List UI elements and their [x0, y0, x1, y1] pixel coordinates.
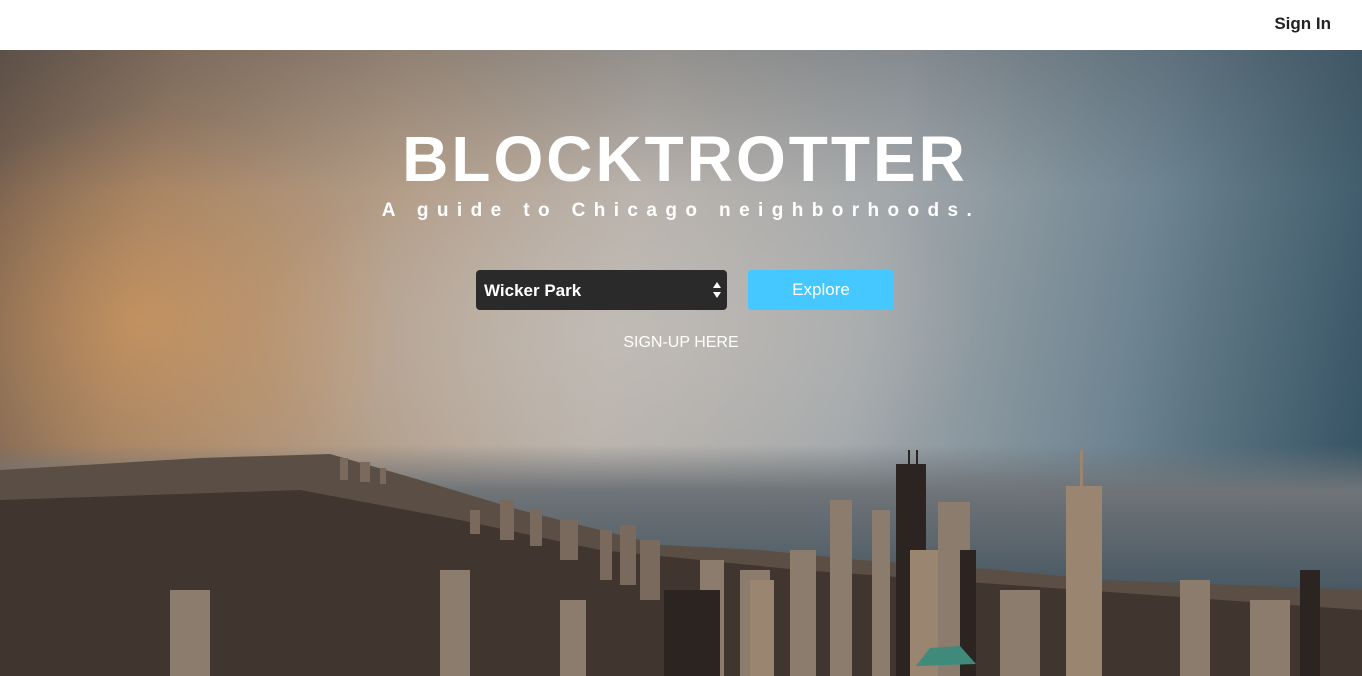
city-skyline-image: [0, 450, 1362, 676]
site-tagline: A guide to Chicago neighborhoods.: [381, 200, 981, 221]
top-nav-bar: Sign In: [0, 0, 1362, 50]
select-updown-icon: [713, 282, 721, 298]
neighborhood-select[interactable]: Wicker Park: [476, 270, 727, 310]
sign-in-link[interactable]: Sign In: [1274, 14, 1331, 34]
neighborhood-select-value: Wicker Park: [484, 281, 582, 300]
hero-section: BLOCKTROTTER A guide to Chicago neighbor…: [0, 50, 1362, 676]
sign-up-link[interactable]: SIGN-UP HERE: [0, 334, 1362, 352]
site-title: BLOCKTROTTER: [402, 123, 968, 195]
explore-button[interactable]: Explore: [748, 270, 894, 310]
